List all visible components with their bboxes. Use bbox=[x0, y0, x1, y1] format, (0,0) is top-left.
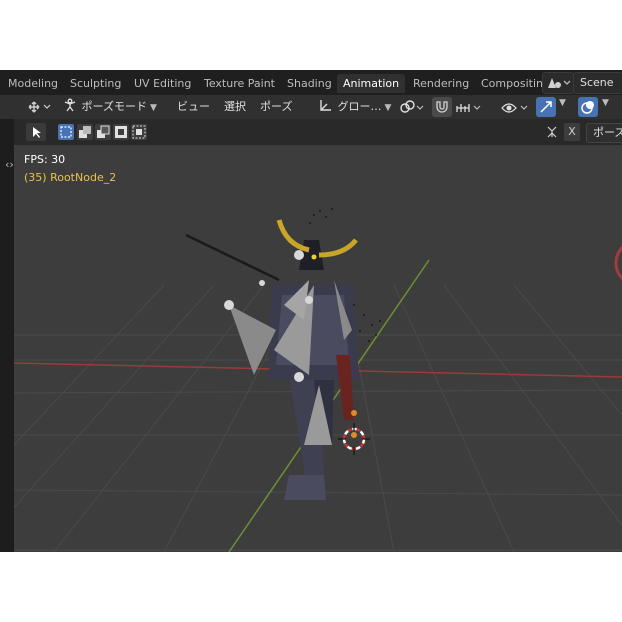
tab-compositing[interactable]: Compositin bbox=[475, 74, 549, 93]
select-invert-icon bbox=[115, 126, 127, 138]
select-subtract-button[interactable] bbox=[95, 124, 111, 140]
menu-select[interactable]: 選択 bbox=[224, 97, 246, 117]
tab-animation[interactable]: Animation bbox=[337, 74, 406, 93]
overlays-dropdown-icon[interactable]: ▼ bbox=[602, 98, 609, 108]
visibility-icon[interactable] bbox=[500, 98, 530, 116]
mode-label: ポーズモード bbox=[81, 100, 147, 113]
tab-shading[interactable]: Shading bbox=[281, 74, 338, 93]
workspace-tabs: Modeling Sculpting UV Editing Texture Pa… bbox=[0, 70, 622, 95]
editor-type-icon[interactable] bbox=[26, 98, 54, 116]
tab-sculpting[interactable]: Sculpting bbox=[64, 74, 127, 93]
select-intersect-button[interactable] bbox=[131, 124, 147, 140]
viewport-header: ポーズモード ▼ ビュー 選択 ポーズ グロー… ▼ ▼ ▼ bbox=[0, 95, 622, 119]
menu-view[interactable]: ビュー bbox=[177, 97, 210, 117]
magnet-icon bbox=[436, 101, 448, 113]
scene-name: Scene bbox=[580, 76, 614, 89]
viewport-scene bbox=[14, 208, 622, 552]
tab-uv-editing[interactable]: UV Editing bbox=[128, 74, 197, 93]
tab-rendering[interactable]: Rendering bbox=[407, 74, 475, 93]
tool-select-button[interactable] bbox=[26, 123, 46, 141]
select-new-icon bbox=[60, 126, 72, 138]
select-intersect-icon bbox=[132, 125, 146, 139]
fps-readout: FPS: 30 bbox=[24, 153, 66, 166]
armature-character bbox=[185, 208, 381, 500]
scene-icon bbox=[548, 78, 571, 88]
x-axis-icon: X bbox=[568, 125, 576, 138]
scene-selector[interactable]: Scene bbox=[573, 72, 622, 94]
tab-texture-paint[interactable]: Texture Paint bbox=[198, 74, 281, 93]
transform-orientation-dropdown[interactable]: グロー… ▼ bbox=[318, 97, 391, 117]
pivot-point-icon[interactable] bbox=[398, 98, 428, 116]
orientation-icon bbox=[320, 100, 331, 111]
overlays-icon bbox=[581, 101, 594, 114]
select-new-button[interactable] bbox=[58, 124, 74, 140]
object-info: (35) RootNode_2 bbox=[24, 171, 117, 184]
overlays-toggle[interactable] bbox=[578, 97, 598, 117]
navigation-gizmo bbox=[614, 245, 622, 281]
pose-options-button[interactable]: ポーズ bbox=[586, 123, 622, 143]
pose-mode-icon bbox=[64, 98, 76, 112]
cursor-icon bbox=[33, 127, 41, 138]
gizmo-icon bbox=[540, 101, 552, 113]
left-region-strip bbox=[0, 119, 14, 552]
mode-dropdown[interactable]: ポーズモード ▼ bbox=[62, 97, 157, 117]
select-extend-button[interactable] bbox=[77, 124, 93, 140]
3d-cursor-icon bbox=[338, 423, 370, 455]
snap-element-icon[interactable] bbox=[455, 98, 485, 116]
select-subtract-icon bbox=[97, 125, 110, 138]
gizmo-dropdown-icon[interactable]: ▼ bbox=[559, 98, 566, 108]
scene-type-dropdown[interactable] bbox=[542, 72, 574, 94]
menu-pose[interactable]: ポーズ bbox=[260, 97, 292, 117]
3d-viewport[interactable]: FPS: 30 (35) RootNode_2 bbox=[14, 145, 622, 552]
toolbar-expand-icon[interactable]: ‹› bbox=[5, 158, 14, 171]
x-mirror-toggle[interactable]: X bbox=[564, 123, 580, 141]
blender-window: Modeling Sculpting UV Editing Texture Pa… bbox=[0, 70, 622, 552]
tool-header: X ポーズ bbox=[0, 119, 622, 145]
snap-toggle[interactable] bbox=[432, 97, 452, 117]
tab-modeling[interactable]: Modeling bbox=[2, 74, 64, 93]
select-invert-button[interactable] bbox=[113, 124, 129, 140]
pose-options-label: ポーズ bbox=[593, 126, 622, 139]
armature-xray-icon[interactable] bbox=[545, 124, 563, 140]
gizmo-toggle[interactable] bbox=[536, 97, 556, 117]
select-extend-icon bbox=[79, 126, 91, 138]
orientation-label: グロー… bbox=[337, 100, 382, 113]
